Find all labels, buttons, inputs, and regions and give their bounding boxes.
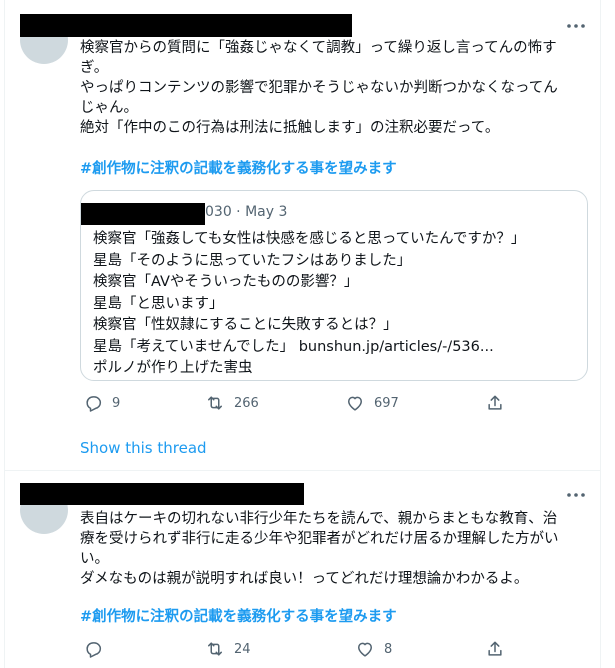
tweet-text: 表自はケーキの切れない非行少年たちを読んで、親からまともな教育、治 療を受けられ… (80, 511, 559, 587)
like-button[interactable]: 697 (345, 393, 399, 413)
reply-icon (86, 642, 102, 658)
more-horizontal-icon[interactable] (565, 488, 587, 502)
timeline-right-border (600, 0, 601, 668)
retweet-icon (208, 396, 222, 410)
heart-icon (358, 642, 372, 657)
tweet[interactable]: 表自はケーキの切れない非行少年たちを読んで、親からまともな教育、治 療を受けられ… (5, 471, 600, 668)
quoted-tweet[interactable]: 030 · May 3 検察官「強姦しても女性は快感を感じると思っていたんですか… (80, 190, 588, 381)
reply-count: 9 (112, 395, 121, 411)
like-count: 697 (374, 395, 399, 411)
hashtag-link[interactable]: #創作物に注釈の記載を義務化する事を望みます (80, 607, 397, 627)
heart-icon (348, 396, 362, 411)
quoted-tweet-meta: 030 · May 3 (205, 204, 288, 220)
retweet-button[interactable]: 266 (205, 393, 259, 413)
redacted-quoted-author (81, 203, 205, 225)
retweet-button[interactable]: 24 (205, 639, 251, 659)
like-count: 8 (384, 641, 393, 657)
reply-button[interactable] (83, 639, 112, 659)
retweet-icon (208, 642, 222, 656)
like-button[interactable]: 8 (355, 639, 392, 659)
reply-icon (86, 396, 102, 412)
reply-button[interactable]: 9 (83, 393, 120, 413)
redacted-author-name (20, 483, 304, 505)
share-button[interactable] (485, 639, 505, 659)
retweet-count: 24 (234, 641, 251, 657)
share-icon (488, 641, 502, 656)
quoted-tweet-text: 検察官「強姦しても女性は快感を感じると思っていたんですか？」 星島「そのように思… (93, 231, 526, 376)
hashtag-link[interactable]: #創作物に注釈の記載を義務化する事を望みます (80, 159, 397, 179)
tweet-text: 検察官からの質問に「強姦じゃなくて調教」って繰り返し言ってんの怖す ぎ。 やっぱ… (80, 40, 558, 136)
redacted-author-name (20, 14, 352, 37)
tweet[interactable]: 検察官からの質問に「強姦じゃなくて調教」って繰り返し言ってんの怖す ぎ。 やっぱ… (5, 0, 600, 470)
share-icon (488, 395, 502, 410)
retweet-count: 266 (234, 395, 259, 411)
show-thread-link[interactable]: Show this thread (80, 438, 207, 458)
share-button[interactable] (485, 393, 505, 413)
more-horizontal-icon[interactable] (565, 19, 587, 33)
